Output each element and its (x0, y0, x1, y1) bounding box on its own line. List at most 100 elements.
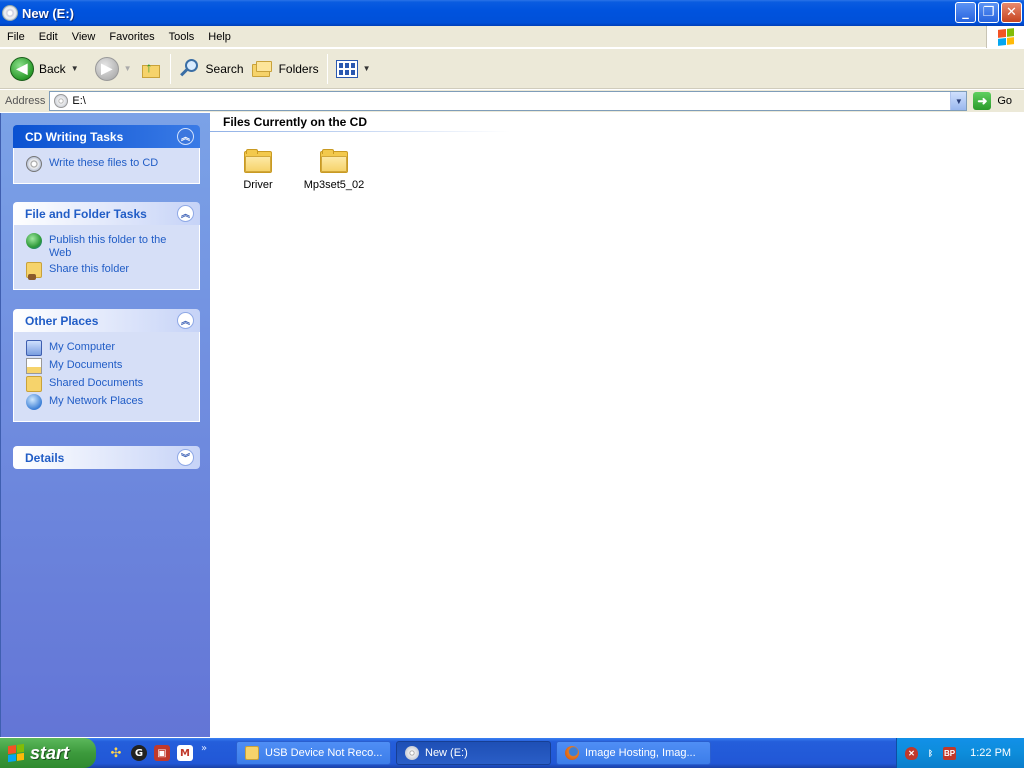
address-value: E:\ (72, 95, 86, 107)
collapse-chevron-icon[interactable]: ︽ (177, 128, 194, 145)
address-label: Address (5, 95, 46, 107)
address-bar: Address E:\ ▼ ➜ Go (0, 90, 1024, 112)
details-header[interactable]: Details ︾ (13, 446, 200, 469)
folder-icon (320, 149, 348, 173)
quick-launch-tool-icon[interactable]: ▣ (154, 745, 170, 761)
task-label: My Network Places (49, 395, 144, 407)
task-label: Write these files to CD (49, 157, 159, 169)
taskbar-item-new-e[interactable]: New (E:) (396, 741, 551, 765)
folder-name: Driver (243, 179, 273, 191)
search-label: Search (205, 61, 244, 76)
cd-writing-tasks-body: Write these files to CD (13, 148, 200, 184)
task-label: My Computer (49, 341, 116, 353)
task-pane: CD Writing Tasks ︽ Write these files to … (0, 113, 210, 737)
back-button[interactable]: ◀ Back ▼ (6, 52, 83, 86)
menu-bar: File Edit View Favorites Tools Help (0, 26, 1024, 48)
write-files-to-cd-link[interactable]: Write these files to CD (26, 156, 189, 172)
address-input[interactable]: E:\ ▼ (49, 91, 968, 111)
start-label: start (30, 742, 70, 763)
go-button[interactable]: ➜ Go (973, 92, 1012, 110)
address-dropdown-icon[interactable]: ▼ (950, 92, 967, 110)
views-button[interactable]: ▼ (332, 52, 375, 86)
menu-file[interactable]: File (0, 27, 32, 47)
file-folder-tasks-header[interactable]: File and Folder Tasks ︽ (13, 202, 200, 225)
task-label: My Documents (49, 359, 123, 371)
my-documents-link[interactable]: My Documents (26, 358, 189, 374)
start-button[interactable]: start (0, 738, 96, 768)
bluetooth-icon[interactable]: ᛒ (924, 747, 937, 760)
my-computer-link[interactable]: My Computer (26, 340, 189, 356)
taskbar-item-label: Image Hosting, Imag... (585, 747, 696, 759)
details-panel: Details ︾ (13, 446, 200, 469)
collapse-chevron-icon[interactable]: ︽ (177, 312, 194, 329)
taskbar-item-usb[interactable]: USB Device Not Reco... (236, 741, 391, 765)
taskbar: start ✣ G ▣ M » USB Device Not Reco... N… (0, 738, 1024, 768)
taskbar-item-label: USB Device Not Reco... (265, 747, 383, 759)
forward-dropdown-icon[interactable]: ▼ (124, 64, 132, 73)
toolbar-separator (169, 53, 171, 84)
clock[interactable]: 1:22 PM (970, 747, 1011, 759)
computer-icon (26, 340, 42, 356)
security-shield-icon[interactable]: ✕ (905, 746, 918, 760)
file-folder-tasks-panel: File and Folder Tasks ︽ Publish this fol… (13, 202, 200, 290)
share-folder-link[interactable]: Share this folder (26, 262, 189, 280)
firefox-icon (565, 746, 579, 760)
collapse-chevron-icon[interactable]: ︽ (177, 205, 194, 222)
task-label: Share this folder (49, 263, 130, 275)
menu-tools[interactable]: Tools (162, 27, 202, 47)
quick-launch-app-icon[interactable]: ✣ (108, 745, 124, 761)
my-network-places-link[interactable]: My Network Places (26, 394, 189, 410)
folder-icon (244, 149, 272, 173)
menu-edit[interactable]: Edit (32, 27, 65, 47)
quick-launch: ✣ G ▣ M (108, 745, 193, 761)
quick-launch-overflow-icon[interactable]: » (201, 743, 207, 754)
file-view[interactable]: Files Currently on the CD Driver Mp3set5… (210, 113, 1024, 737)
up-folder-icon: ↑ (140, 59, 162, 79)
close-button[interactable]: ✕ (1001, 2, 1022, 23)
search-button[interactable]: Search (175, 52, 248, 86)
toolbar: ◀ Back ▼ ▶ ▼ ↑ Search Folders ▼ (0, 49, 1024, 89)
tray-app-icon[interactable]: BP (943, 746, 957, 760)
forward-arrow-icon: ▶ (94, 56, 119, 81)
taskbar-item-firefox[interactable]: Image Hosting, Imag... (556, 741, 711, 765)
share-folder-icon (26, 262, 42, 280)
windows-flag-icon (8, 743, 24, 763)
task-label: Shared Documents (49, 377, 144, 389)
expand-chevron-icon[interactable]: ︾ (177, 449, 194, 466)
restore-button[interactable]: ❐ (978, 2, 999, 23)
menu-view[interactable]: View (65, 27, 103, 47)
group-divider (210, 131, 510, 132)
title-bar[interactable]: New (E:) _ ❐ ✕ (0, 0, 1024, 26)
panel-title: Details (25, 450, 65, 465)
system-tray: ✕ ᛒ BP 1:22 PM (896, 738, 1024, 768)
other-places-header[interactable]: Other Places ︽ (13, 309, 200, 332)
folder-item[interactable]: Driver (223, 149, 293, 191)
shared-documents-link[interactable]: Shared Documents (26, 376, 189, 392)
back-arrow-icon: ◀ (10, 56, 34, 81)
publish-folder-link[interactable]: Publish this folder to the Web (26, 233, 189, 260)
cd-writing-tasks-panel: CD Writing Tasks ︽ Write these files to … (13, 125, 200, 184)
search-icon (179, 58, 201, 80)
up-folder-button[interactable]: ↑ (136, 52, 166, 86)
folder-item[interactable]: Mp3set5_02 (299, 149, 369, 191)
documents-icon (26, 358, 42, 374)
back-dropdown-icon[interactable]: ▼ (71, 64, 79, 73)
windows-logo-icon (986, 26, 1024, 48)
quick-launch-browser-icon[interactable]: G (131, 745, 147, 761)
go-label: Go (997, 95, 1013, 107)
panel-title: Other Places (25, 313, 99, 328)
minimize-button[interactable]: _ (955, 2, 976, 23)
views-dropdown-icon[interactable]: ▼ (363, 64, 371, 73)
folders-button[interactable]: Folders (248, 52, 323, 86)
folders-icon (251, 60, 274, 78)
forward-button[interactable]: ▶ ▼ (91, 52, 136, 86)
window-controls: _ ❐ ✕ (955, 2, 1022, 23)
taskbar-item-label: New (E:) (425, 747, 468, 759)
menu-help[interactable]: Help (201, 27, 238, 47)
menu-favorites[interactable]: Favorites (102, 27, 161, 47)
cd-writing-tasks-header[interactable]: CD Writing Tasks ︽ (13, 125, 200, 148)
quick-launch-mail-icon[interactable]: M (177, 745, 193, 761)
panel-title: CD Writing Tasks (25, 129, 124, 144)
folder-name: Mp3set5_02 (303, 179, 365, 191)
task-label: Publish this folder to the Web (49, 234, 167, 259)
